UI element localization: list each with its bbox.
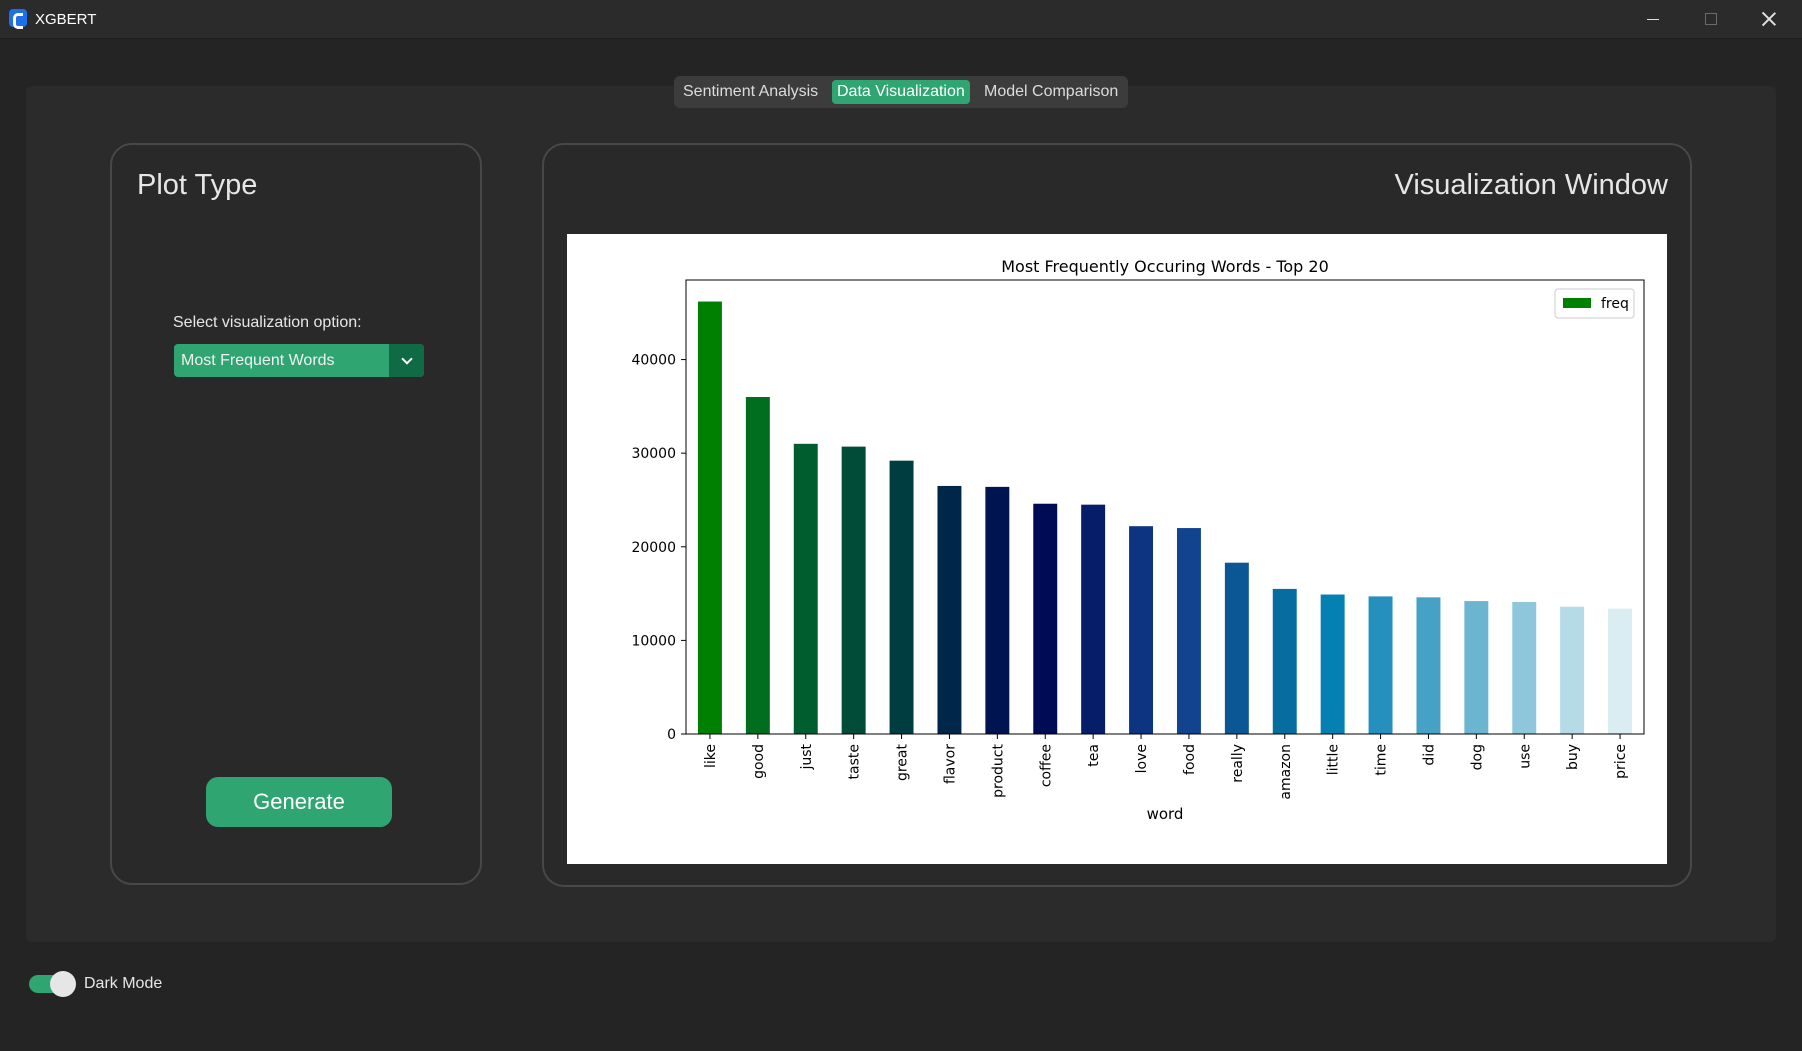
visualization-window-title: Visualization Window bbox=[1394, 169, 1669, 201]
chart-title: Most Frequently Occuring Words - Top 20 bbox=[1001, 257, 1329, 276]
bar-food bbox=[1176, 528, 1201, 734]
dark-mode-label: Dark Mode bbox=[84, 975, 163, 992]
x-tick-label: did bbox=[1421, 744, 1437, 766]
bar-buy bbox=[1560, 606, 1585, 734]
bar-like bbox=[697, 301, 722, 734]
plot-type-title: Plot Type bbox=[137, 169, 258, 201]
dark-mode-switch-knob[interactable] bbox=[50, 971, 76, 997]
y-tick-label: 40000 bbox=[631, 353, 676, 369]
dropdown-arrow-button[interactable] bbox=[389, 344, 424, 377]
bar-just bbox=[793, 443, 818, 734]
plot-canvas: Most Frequently Occuring Words - Top 20 l… bbox=[567, 234, 1667, 864]
x-tick-label: good bbox=[751, 744, 767, 779]
bar-love bbox=[1129, 526, 1154, 734]
close-icon bbox=[1762, 12, 1776, 26]
tab-data-visualization[interactable]: Data Visualization bbox=[832, 80, 970, 104]
x-tick-label: amazon bbox=[1278, 744, 1294, 800]
bar-tea bbox=[1081, 504, 1106, 734]
bar-use bbox=[1512, 602, 1537, 734]
visualization-dropdown[interactable]: Most Frequent Words bbox=[174, 344, 424, 377]
select-visualization-label: Select visualization option: bbox=[173, 314, 362, 331]
x-tick-label: coffee bbox=[1038, 744, 1054, 787]
title-bar: XGBERT bbox=[0, 0, 1802, 39]
plot-frame bbox=[685, 279, 1645, 735]
bar-good bbox=[745, 397, 770, 734]
legend-swatch bbox=[1563, 298, 1591, 308]
maximize-button[interactable] bbox=[1682, 0, 1740, 38]
y-tick-label: 20000 bbox=[631, 540, 676, 556]
bar-dog bbox=[1464, 601, 1489, 734]
bar-flavor bbox=[937, 485, 962, 734]
bar-coffee bbox=[1033, 503, 1058, 734]
x-tick-label: dog bbox=[1469, 744, 1485, 770]
chevron-down-icon bbox=[400, 352, 413, 365]
bar-product bbox=[985, 486, 1010, 734]
legend-label: freq bbox=[1601, 296, 1629, 312]
y-tick-label: 0 bbox=[667, 727, 676, 743]
x-tick-label: time bbox=[1374, 744, 1390, 776]
bar-did bbox=[1416, 597, 1441, 734]
x-tick-label: food bbox=[1182, 744, 1198, 775]
bar-really bbox=[1224, 562, 1249, 734]
app-logo-icon bbox=[9, 9, 27, 29]
x-tick-label: tea bbox=[1086, 744, 1102, 767]
minimize-button[interactable] bbox=[1624, 0, 1682, 38]
x-tick-label: really bbox=[1230, 744, 1246, 783]
bar-little bbox=[1320, 594, 1345, 734]
x-tick-label: like bbox=[703, 744, 719, 768]
generate-button[interactable]: Generate bbox=[206, 777, 392, 827]
close-button[interactable] bbox=[1740, 0, 1798, 38]
window-title: XGBERT bbox=[35, 11, 97, 28]
x-tick-label: product bbox=[990, 744, 1006, 798]
y-tick-label: 30000 bbox=[631, 446, 676, 462]
dropdown-value: Most Frequent Words bbox=[181, 352, 335, 369]
visualization-panel: Visualization Window Most Frequently Occ… bbox=[542, 143, 1692, 887]
plot-type-panel: Plot Type Select visualization option: M… bbox=[110, 143, 482, 885]
tab-bar: Sentiment Analysis Data Visualization Mo… bbox=[674, 76, 1128, 108]
x-tick-label: use bbox=[1517, 744, 1533, 769]
x-tick-label: just bbox=[799, 743, 815, 770]
bar-price bbox=[1608, 608, 1633, 734]
bar-taste bbox=[841, 446, 866, 734]
bar-amazon bbox=[1272, 588, 1297, 734]
bar-great bbox=[889, 460, 914, 734]
tab-model-comparison[interactable]: Model Comparison bbox=[979, 80, 1123, 104]
x-tick-label: love bbox=[1134, 744, 1150, 773]
bar-time bbox=[1368, 596, 1393, 734]
tab-sentiment-analysis[interactable]: Sentiment Analysis bbox=[678, 80, 823, 104]
x-tick-label: great bbox=[895, 744, 911, 782]
bar-chart: Most Frequently Occuring Words - Top 20 l… bbox=[631, 257, 1645, 823]
x-tick-label: little bbox=[1326, 744, 1342, 775]
x-tick-label: buy bbox=[1565, 744, 1581, 770]
x-tick-label: flavor bbox=[942, 744, 958, 784]
y-tick-label: 10000 bbox=[631, 633, 676, 649]
maximize-icon bbox=[1705, 13, 1717, 25]
x-tick-label: price bbox=[1613, 744, 1629, 779]
x-tick-label: taste bbox=[847, 744, 863, 779]
x-axis-label: word bbox=[1147, 805, 1184, 823]
minimize-icon bbox=[1647, 18, 1659, 20]
